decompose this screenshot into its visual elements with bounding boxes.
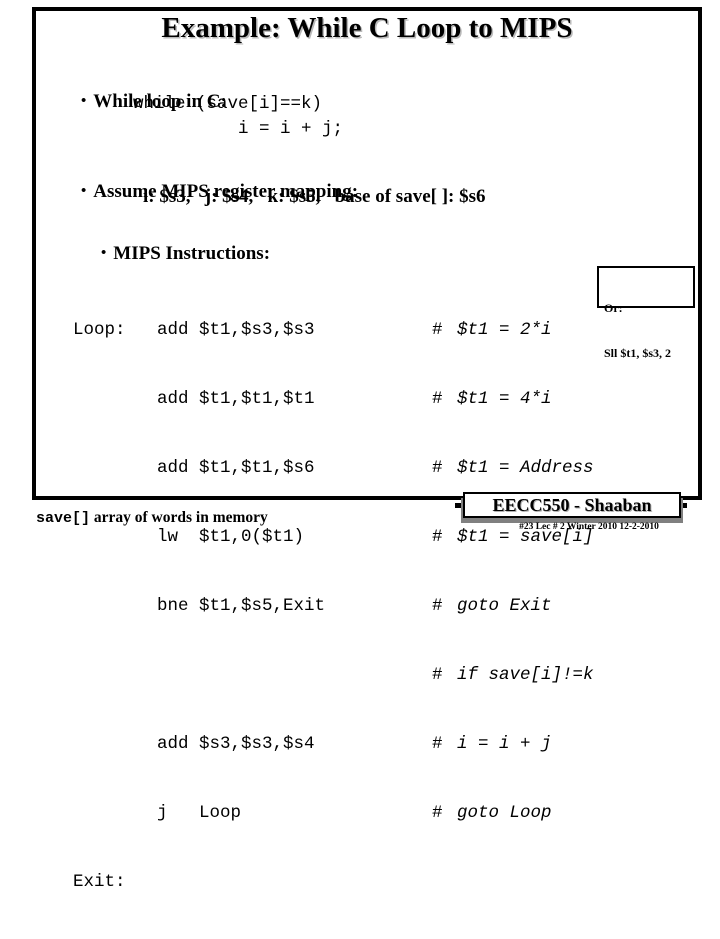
c-code-line-1: while (save[i]==k) (133, 94, 323, 114)
code-instruction: lw $t1,0($t1) (157, 527, 305, 547)
code-row: Exit: (73, 870, 325, 895)
comment-row (432, 870, 594, 895)
comment-row: # $t1 = 2*i (432, 318, 594, 343)
comment-text: goto Exit (457, 596, 552, 616)
comment-row: # i = i + j (432, 732, 594, 757)
comment-text: $t1 = 2*i (457, 320, 552, 340)
code-row (73, 663, 325, 688)
code-row: add $t1,$t1,$s6 (73, 456, 325, 481)
comment-text: $t1 = Address (457, 458, 594, 478)
comment-row: # goto Loop (432, 801, 594, 826)
bullet-dot-icon: • (101, 245, 107, 261)
code-row: lw $t1,0($t1) (73, 525, 325, 550)
page-title: Example: While C Loop to MIPS (161, 12, 573, 44)
comment-marker: # (432, 389, 443, 409)
code-row: bne $t1,$s5,Exit (73, 594, 325, 619)
bullet-dot-icon: • (81, 183, 87, 199)
code-row: add $s3,$s3,$s4 (73, 732, 325, 757)
comment-row: # $t1 = Address (432, 456, 594, 481)
bullet-mips-instructions-label: MIPS Instructions: (113, 243, 271, 264)
code-row: j Loop (73, 801, 325, 826)
or-callout-label: Or: (604, 301, 623, 315)
code-instruction: bne $t1,$s5,Exit (157, 596, 326, 616)
c-code-line-2: i = i + j; (238, 119, 344, 139)
comment-marker: # (432, 665, 443, 685)
code-label: Exit: (73, 872, 126, 892)
comment-text: $t1 = 4*i (457, 389, 552, 409)
badge-course-plate: EECC550 - Shaaban (463, 492, 681, 518)
code-row: Loop: add $t1,$s3,$s3 (73, 318, 325, 343)
comment-text: goto Loop (457, 803, 552, 823)
comment-row: # goto Exit (432, 594, 594, 619)
footer-meta-label: #23 Lec # 2 Winter 2010 12-2-2010 (519, 522, 659, 532)
comment-marker: # (432, 596, 443, 616)
comment-marker: # (432, 458, 443, 478)
mips-code-block: Loop: add $t1,$s3,$s3 add $t1,$t1,$t1 add… (73, 274, 325, 939)
code-label: Loop: (73, 320, 126, 340)
save-array-mono: save[] (36, 510, 91, 527)
or-callout-box: Or: Sll $t1, $s3, 2 (597, 266, 695, 360)
comment-marker: # (432, 803, 443, 823)
mips-comments-block: # $t1 = 2*i # $t1 = 4*i # $t1 = Address # $t… (432, 274, 594, 939)
code-instruction: add $t1,$t1,$t1 (157, 389, 315, 409)
save-array-text: array of words in memory (90, 509, 268, 526)
register-mapping-line: i: $s3, j: $s4, k: $s5, base of save[ ]:… (143, 186, 486, 207)
footer-badge: EECC550 - Shaaban #23 Lec # 2 Winter 201… (455, 492, 695, 537)
comment-row: # if save[i]!=k (432, 663, 594, 688)
code-row: add $t1,$t1,$t1 (73, 387, 325, 412)
save-array-caption: save[] array of words in memory (36, 509, 268, 528)
bullet-dot-icon: • (81, 93, 87, 109)
comment-row: # $t1 = 4*i (432, 387, 594, 412)
comment-marker: # (432, 734, 443, 754)
comment-text: i = i + j (457, 734, 552, 754)
comment-marker: # (432, 320, 443, 340)
code-instruction: add $t1,$s3,$s3 (157, 320, 315, 340)
code-instruction: add $t1,$t1,$s6 (157, 458, 315, 478)
code-instruction: add $s3,$s3,$s4 (157, 734, 315, 754)
or-callout-instruction: Sll $t1, $s3, 2 (604, 346, 672, 360)
footer-course-label: EECC550 - Shaaban (492, 495, 652, 515)
slide-canvas: Example: While C Loop to MIPS • While loo… (0, 0, 720, 892)
code-instruction: j Loop (157, 803, 242, 823)
comment-text: if save[i]!=k (457, 665, 594, 685)
comment-marker: # (432, 527, 443, 547)
